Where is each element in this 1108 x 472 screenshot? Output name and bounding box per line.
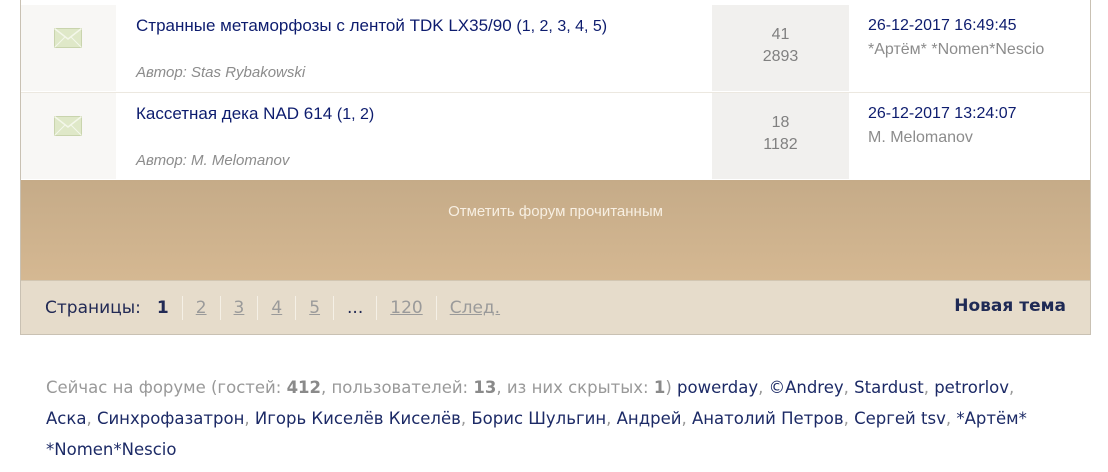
page-link[interactable]: 3 <box>221 296 259 320</box>
topic-row: Странные метаморфозы с лентой TDK LX35/9… <box>21 5 1090 91</box>
views-count: 2893 <box>762 48 799 65</box>
views-count: 1182 <box>763 136 798 153</box>
user-separator: , <box>244 409 255 428</box>
user-separator: , <box>681 409 692 428</box>
last-post-date[interactable]: 26-12-2017 13:24:07 <box>868 105 1017 123</box>
page-link[interactable]: 5 <box>296 296 335 320</box>
online-close: ) <box>665 378 672 397</box>
user-separator: , <box>1009 378 1015 397</box>
hidden-count: 1 <box>653 378 666 397</box>
online-user-link[interactable]: Анатолий Петров <box>692 409 844 428</box>
online-user-link[interactable]: ©Andrey <box>769 378 844 397</box>
user-separator: , <box>606 409 617 428</box>
topic-row: Кассетная дека NAD 614 (1, 2) Автор: M. … <box>21 92 1090 179</box>
topic-pages[interactable]: (1, 2) <box>337 106 374 123</box>
topic-icon-cell <box>21 5 116 91</box>
topic-stats: 18 1182 <box>712 93 849 179</box>
topic-icon-cell <box>21 93 116 179</box>
forum-topic-list: Странные метаморфозы с лентой TDK LX35/9… <box>20 0 1091 335</box>
topic-cell: Кассетная дека NAD 614 (1, 2) Автор: M. … <box>116 93 711 179</box>
online-user-link[interactable]: Сергей tsv <box>854 409 946 428</box>
pagination: Страницы: 1 2 3 4 5 ... 120 След. <box>45 296 513 320</box>
online-user-link[interactable]: Игорь Киселёв Киселёв <box>255 409 461 428</box>
topic-title-link[interactable]: Странные метаморфозы с лентой TDK LX35/9… <box>136 16 607 36</box>
users-count: 13 <box>473 378 497 397</box>
topic-cell: Странные метаморфозы с лентой TDK LX35/9… <box>116 5 711 91</box>
online-prefix: Сейчас на форуме (гостей: <box>46 378 282 397</box>
online-user-link[interactable]: Синхрофазатрон <box>97 409 244 428</box>
page-current: 1 <box>149 296 183 320</box>
replies-count: 18 <box>771 114 790 131</box>
pagination-bar: Страницы: 1 2 3 4 5 ... 120 След. Новая … <box>21 280 1090 334</box>
topic-author: Автор: Stas Rybakowski <box>136 64 306 81</box>
page-next-link[interactable]: След. <box>437 296 513 320</box>
user-separator: , <box>460 409 472 428</box>
topic-stats: 41 2893 <box>712 5 849 91</box>
guests-count: 412 <box>286 378 322 397</box>
topic-title-link[interactable]: Кассетная дека NAD 614 (1, 2) <box>136 104 374 124</box>
envelope-icon <box>54 116 82 136</box>
topic-author: Автор: M. Melomanov <box>136 152 290 169</box>
page-last-link[interactable]: 120 <box>377 296 437 320</box>
page-link[interactable]: 2 <box>183 296 221 320</box>
last-post-user: M. Melomanov <box>868 129 973 146</box>
mark-read-bar: Отметить форум прочитанным <box>21 180 1090 280</box>
replies-count: 41 <box>771 26 790 43</box>
last-post-cell: 26-12-2017 16:49:45 *Артём* *Nomen*Nesci… <box>849 5 1090 91</box>
online-user-link[interactable]: powerday <box>677 378 758 397</box>
user-separator: , <box>923 378 935 397</box>
page-ellipsis: ... <box>334 296 378 320</box>
last-post-user: *Артём* *Nomen*Nescio <box>868 41 1045 58</box>
online-user-link[interactable]: Stardust <box>854 378 924 397</box>
online-user-link[interactable]: petrorlov <box>934 378 1009 397</box>
user-separator: , <box>945 409 957 428</box>
envelope-icon <box>54 28 82 48</box>
online-user-link[interactable]: Андрей <box>617 409 682 428</box>
topic-pages[interactable]: (1, 2, 3, 4, 5) <box>516 18 607 35</box>
mark-forum-read-button[interactable]: Отметить форум прочитанным <box>21 203 1090 220</box>
page-link[interactable]: 4 <box>258 296 297 320</box>
online-users: Сейчас на форуме (гостей: 412, пользоват… <box>46 372 1046 465</box>
last-post-date[interactable]: 26-12-2017 16:49:45 <box>868 17 1017 35</box>
new-topic-button[interactable]: Новая тема <box>954 296 1066 316</box>
topic-title[interactable]: Странные метаморфозы с лентой TDK LX35/9… <box>136 16 512 35</box>
hidden-label: , из них скрытых: <box>496 378 649 397</box>
online-user-link[interactable]: Аска <box>46 409 86 428</box>
users-label: , пользователей: <box>321 378 469 397</box>
pagination-label: Страницы: <box>45 298 141 318</box>
user-separator: , <box>843 409 855 428</box>
user-separator: , <box>758 378 769 397</box>
topic-title[interactable]: Кассетная дека NAD 614 <box>136 104 332 123</box>
user-separator: , <box>843 378 855 397</box>
last-post-cell: 26-12-2017 13:24:07 M. Melomanov <box>849 93 1090 179</box>
online-user-link[interactable]: Борис Шульгин <box>471 409 606 428</box>
user-separator: , <box>86 409 97 428</box>
